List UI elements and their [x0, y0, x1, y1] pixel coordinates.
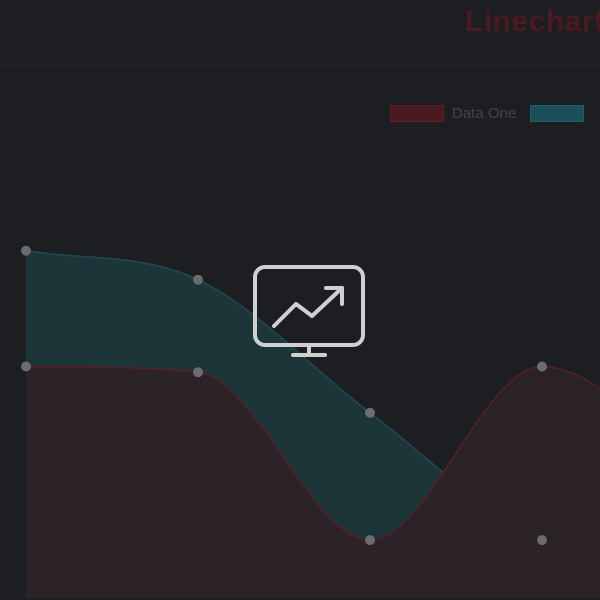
y-tick-label: 80 — [0, 127, 1, 144]
y-tick-label: 70 — [0, 185, 1, 202]
data-point — [537, 361, 547, 372]
data-point — [365, 407, 375, 418]
y-tick-label: 20 — [0, 474, 1, 491]
chart-title: Linechart — [465, 5, 600, 38]
y-tick-label: 10 — [0, 532, 1, 549]
legend-swatch-data-one — [390, 105, 444, 122]
monitor-trend-icon — [253, 265, 365, 357]
y-tick-label: 0 — [0, 590, 1, 600]
y-tick-label: 30 — [0, 416, 1, 433]
y-tick-label: 50 — [0, 301, 1, 318]
chart-legend: Data One — [390, 105, 600, 122]
data-point — [365, 535, 375, 546]
data-point — [193, 367, 203, 378]
legend-item-data-one[interactable]: Data One — [390, 105, 516, 122]
data-point — [21, 245, 31, 256]
data-point — [21, 361, 31, 372]
legend-item-series-two[interactable] — [530, 105, 592, 122]
data-point — [537, 535, 547, 546]
y-tick-label: 60 — [0, 243, 1, 260]
legend-swatch-series-two — [530, 105, 585, 122]
y-tick-label: 40 — [0, 359, 1, 376]
chart-header: Linechart — [0, 0, 600, 66]
data-point — [193, 274, 203, 285]
legend-label-data-one: Data One — [452, 105, 517, 122]
